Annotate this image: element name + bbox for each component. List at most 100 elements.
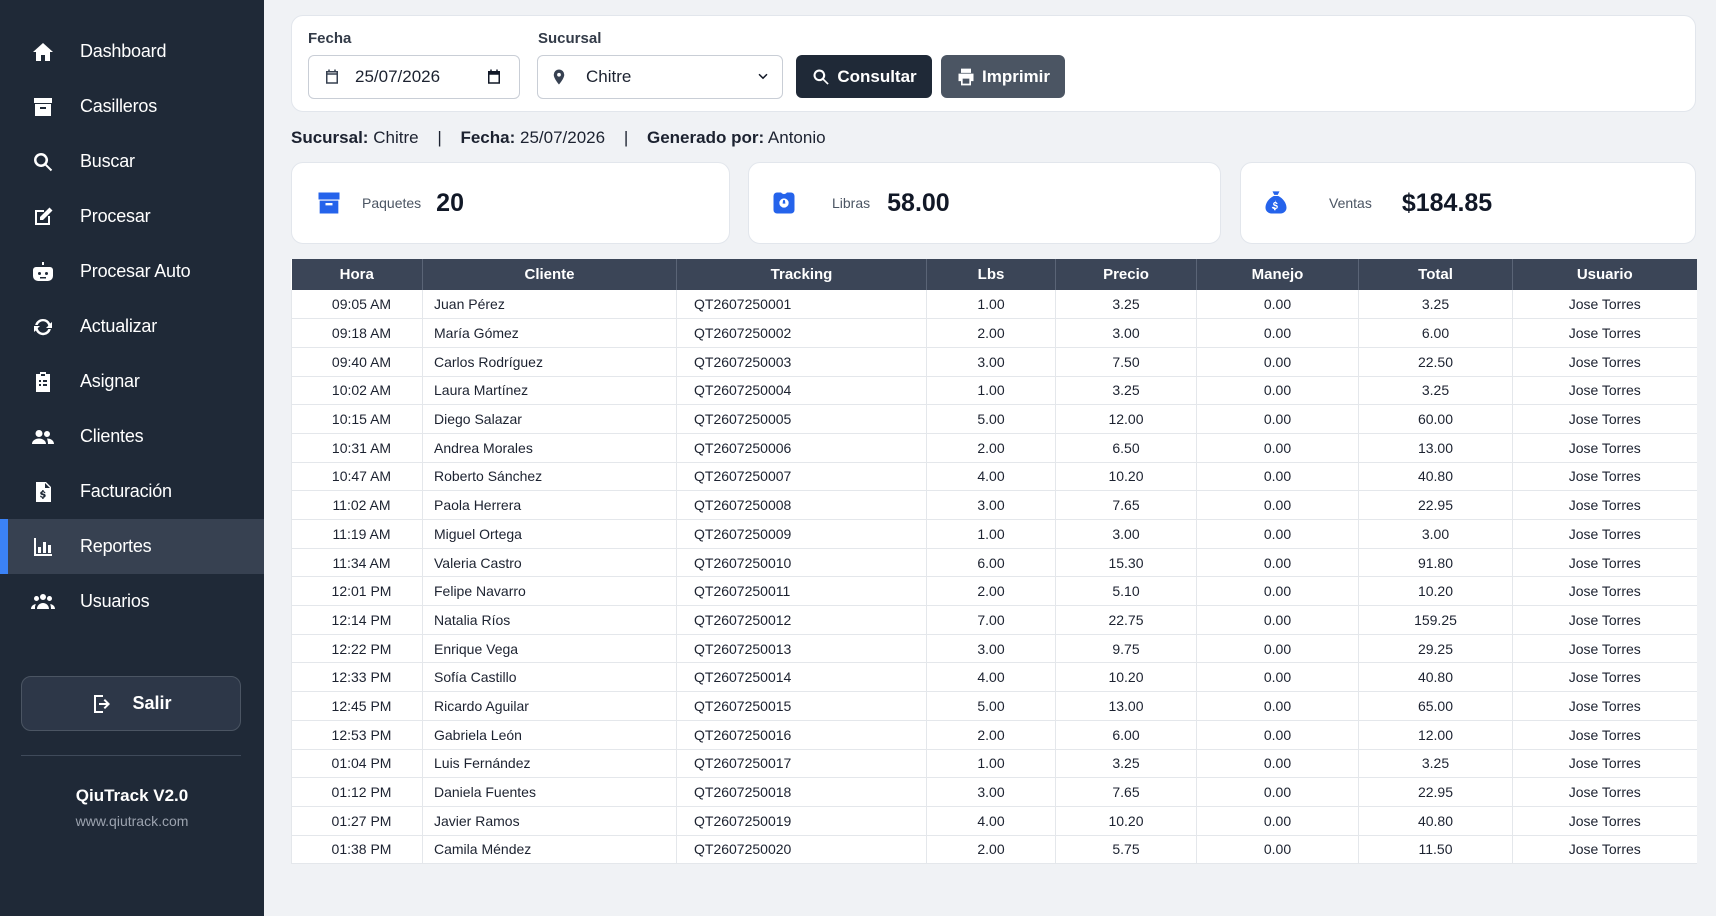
sidebar-item-dashboard[interactable]: Dashboard: [0, 24, 264, 79]
card-libras-value: 58.00: [887, 188, 950, 217]
cell-total: 22.50: [1358, 347, 1513, 377]
column-header[interactable]: Total: [1358, 259, 1513, 290]
cell-usuario: Jose Torres: [1512, 662, 1697, 693]
table-row[interactable]: 11:02 AM Paola Herrera QT2607250008 3.00 7.6…: [291, 490, 1697, 520]
printer-icon: [958, 68, 974, 85]
cell-tracking: QT2607250017: [676, 749, 927, 779]
column-header[interactable]: Hora: [291, 259, 423, 290]
cell-tracking: QT2607250010: [676, 548, 927, 578]
users-group-icon: [30, 589, 56, 615]
sidebar-item-clientes[interactable]: Clientes: [0, 409, 264, 464]
card-ventas-label: Ventas: [1329, 195, 1372, 211]
cell-precio: 10.20: [1055, 662, 1197, 693]
cell-manejo: 0.00: [1196, 576, 1359, 607]
cell-lbs: 3.00: [926, 347, 1056, 377]
logout-button[interactable]: Salir: [21, 676, 241, 731]
sidebar-item-buscar[interactable]: Buscar: [0, 134, 264, 189]
cell-tracking: QT2607250006: [676, 433, 927, 463]
table-row[interactable]: 12:22 PM Enrique Vega QT2607250013 3.00 9.75…: [291, 634, 1697, 664]
sidebar-item-procesar-auto[interactable]: Procesar Auto: [0, 244, 264, 299]
table-row[interactable]: 01:38 PM Camila Méndez QT2607250020 2.00 5.7…: [291, 835, 1697, 865]
cell-tracking: QT2607250018: [676, 777, 927, 807]
table-row[interactable]: 12:01 PM Felipe Navarro QT2607250011 2.00 5.…: [291, 576, 1697, 607]
table-row[interactable]: 12:53 PM Gabriela León QT2607250016 2.00 6.0…: [291, 720, 1697, 750]
sidebar-item-label: Usuarios: [80, 591, 150, 611]
money-bag-icon: [1265, 191, 1287, 214]
table-row[interactable]: 01:27 PM Javier Ramos QT2607250019 4.00 10.2…: [291, 806, 1697, 836]
cell-total: 3.00: [1358, 519, 1513, 549]
sucursal-value: Chitre: [586, 67, 632, 86]
cell-tracking: QT2607250013: [676, 634, 927, 664]
cell-total: 6.00: [1358, 318, 1513, 348]
consultar-button[interactable]: Consultar: [796, 55, 932, 98]
table-row[interactable]: 12:45 PM Ricardo Aguilar QT2607250015 5.00 1…: [291, 691, 1697, 721]
table-row[interactable]: 10:31 AM Andrea Morales QT2607250006 2.00 6.…: [291, 433, 1697, 463]
cell-lbs: 2.00: [926, 433, 1056, 463]
logout-label: Salir: [132, 693, 172, 713]
cell-lbs: 1.00: [926, 749, 1056, 779]
table-row[interactable]: 09:18 AM María Gómez QT2607250002 2.00 3.00 0…: [291, 318, 1697, 348]
cell-hora: 10:15 AM: [291, 404, 423, 434]
table-row[interactable]: 11:19 AM Miguel Ortega QT2607250009 1.00 3.0…: [291, 519, 1697, 549]
cell-cliente: Miguel Ortega: [422, 519, 677, 549]
cell-manejo: 0.00: [1196, 433, 1359, 463]
cell-tracking: QT2607250007: [676, 462, 927, 492]
cell-cliente: Enrique Vega: [422, 634, 677, 664]
cell-cliente: Gabriela León: [422, 720, 677, 750]
table-row[interactable]: 12:14 PM Natalia Ríos QT2607250012 7.00 22.7…: [291, 605, 1697, 635]
cell-usuario: Jose Torres: [1512, 376, 1697, 406]
fecha-input[interactable]: 25/07/2026: [308, 55, 520, 99]
sidebar-item-label: Casilleros: [80, 96, 158, 116]
sidebar-item-reportes[interactable]: Reportes: [0, 519, 264, 574]
calendar-picker-icon[interactable]: [485, 68, 503, 86]
cell-lbs: 5.00: [926, 691, 1056, 721]
column-header[interactable]: Cliente: [422, 259, 677, 290]
column-header[interactable]: Precio: [1055, 259, 1197, 290]
cell-usuario: Jose Torres: [1512, 605, 1697, 635]
table-row[interactable]: 10:02 AM Laura Martínez QT2607250004 1.00 3.…: [291, 376, 1697, 406]
column-header[interactable]: Manejo: [1196, 259, 1359, 290]
table-row[interactable]: 09:40 AM Carlos Rodríguez QT2607250003 3.00…: [291, 347, 1697, 377]
cell-total: 22.95: [1358, 490, 1513, 520]
cell-precio: 3.25: [1055, 749, 1197, 779]
column-header[interactable]: Tracking: [676, 259, 927, 290]
column-header[interactable]: Usuario: [1512, 259, 1697, 290]
table-row[interactable]: 10:15 AM Diego Salazar QT2607250005 5.00 12.…: [291, 404, 1697, 434]
cell-precio: 3.00: [1055, 318, 1197, 348]
cell-manejo: 0.00: [1196, 318, 1359, 348]
cell-usuario: Jose Torres: [1512, 347, 1697, 377]
refresh-icon: [30, 314, 56, 340]
sidebar-item-usuarios[interactable]: Usuarios: [0, 574, 264, 629]
table-row[interactable]: 11:34 AM Valeria Castro QT2607250010 6.00 15…: [291, 548, 1697, 578]
cell-usuario: Jose Torres: [1512, 490, 1697, 520]
sidebar-item-label: Reportes: [80, 536, 152, 556]
sidebar-item-label: Procesar Auto: [80, 261, 191, 281]
table-row[interactable]: 10:47 AM Roberto Sánchez QT2607250007 4.00 1…: [291, 462, 1697, 492]
fecha-label: Fecha: [308, 30, 352, 47]
sidebar-item-casilleros[interactable]: Casilleros: [0, 79, 264, 134]
card-paquetes: Paquetes 20: [291, 162, 730, 244]
cell-cliente: Javier Ramos: [422, 806, 677, 836]
sidebar-item-actualizar[interactable]: Actualizar: [0, 299, 264, 354]
table-row[interactable]: 09:05 AM Juan Pérez QT2607250001 1.00 3.25 0.…: [291, 290, 1697, 320]
table-row[interactable]: 01:12 PM Daniela Fuentes QT2607250018 3.00 7…: [291, 777, 1697, 807]
sidebar-item-asignar[interactable]: Asignar: [0, 354, 264, 409]
cell-total: 40.80: [1358, 662, 1513, 693]
imprimir-button[interactable]: Imprimir: [941, 55, 1065, 98]
sidebar-item-facturacion[interactable]: Facturación: [0, 464, 264, 519]
cell-cliente: Laura Martínez: [422, 376, 677, 406]
column-header[interactable]: Lbs: [926, 259, 1056, 290]
cell-manejo: 0.00: [1196, 691, 1359, 721]
cell-precio: 15.30: [1055, 548, 1197, 578]
cell-usuario: Jose Torres: [1512, 634, 1697, 664]
table-row[interactable]: 12:33 PM Sofía Castillo QT2607250014 4.00 10…: [291, 662, 1697, 693]
table-body: 09:05 AM Juan Pérez QT2607250001 1.00 3.25 0.…: [291, 290, 1697, 865]
sidebar-item-procesar[interactable]: Procesar: [0, 189, 264, 244]
sucursal-select[interactable]: Chitre: [537, 55, 783, 99]
cell-precio: 3.25: [1055, 290, 1197, 320]
cell-manejo: 0.00: [1196, 376, 1359, 406]
cell-lbs: 2.00: [926, 720, 1056, 750]
table-row[interactable]: 01:04 PM Luis Fernández QT2607250017 1.00 3.…: [291, 749, 1697, 779]
cell-precio: 22.75: [1055, 605, 1197, 635]
imprimir-label: Imprimir: [981, 66, 1051, 86]
